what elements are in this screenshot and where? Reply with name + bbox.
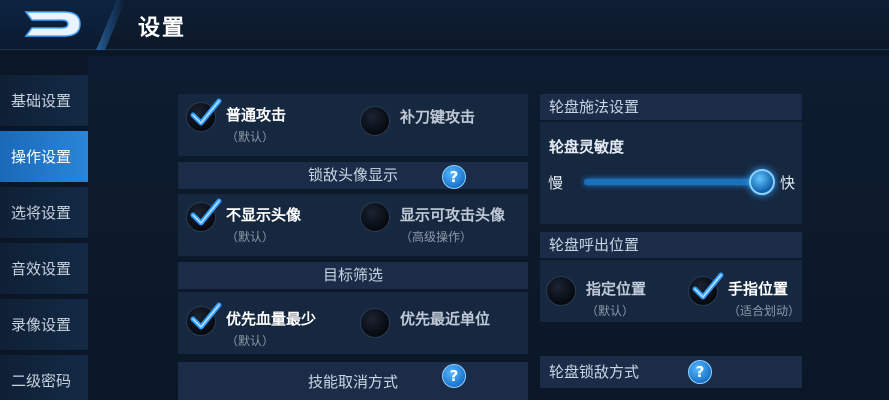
skill-cancel-help-icon[interactable]: ? <box>442 364 466 388</box>
option-hide-avatar[interactable]: 不显示头像 （默认） <box>186 198 302 245</box>
skill-cancel-header: 技能取消方式 <box>178 362 528 400</box>
checkmark-icon <box>190 98 222 126</box>
lowest-hp-label: 优先血量最少 <box>226 310 317 328</box>
nearest-unit-radio[interactable] <box>360 308 390 338</box>
finger-position-sub: （适合划动） <box>728 304 801 318</box>
sidebar: 基础设置 操作设置 选将设置 音效设置 录像设置 二级密码 <box>0 75 88 400</box>
option-last-hit-attack[interactable]: 补刀键攻击 <box>360 106 475 136</box>
wheel-position-title: 轮盘呼出位置 <box>549 236 640 254</box>
normal-attack-radio[interactable] <box>186 98 222 132</box>
page-title: 设置 <box>138 16 187 41</box>
last-hit-attack-label: 补刀键攻击 <box>400 108 476 126</box>
fixed-position-sub: （默认） <box>586 304 635 318</box>
target-filter-title: 目标筛选 <box>322 266 383 284</box>
lowest-hp-radio[interactable] <box>186 302 222 336</box>
sidebar-item-basic[interactable]: 基础设置 <box>0 75 88 127</box>
hide-avatar-label: 不显示头像 <box>226 206 302 224</box>
lock-avatar-header: 锁敌头像显示 <box>178 162 528 189</box>
sidebar-item-sound[interactable]: 音效设置 <box>0 243 88 295</box>
sensitivity-label: 轮盘灵敏度 <box>549 138 625 156</box>
target-filter-header: 目标筛选 <box>178 262 528 289</box>
option-lowest-hp[interactable]: 优先血量最少 （默认） <box>186 302 317 349</box>
normal-attack-sub: （默认） <box>226 130 275 144</box>
finger-position-label: 手指位置 <box>728 280 789 298</box>
option-show-attackable-avatar[interactable]: 显示可攻击头像 （高级操作） <box>360 202 505 245</box>
fixed-position-label: 指定位置 <box>586 280 647 298</box>
wheel-lock-header: 轮盘锁敌方式 <box>540 356 802 388</box>
lock-avatar-help-icon[interactable]: ? <box>442 165 466 189</box>
slow-label: 慢 <box>548 174 564 192</box>
option-nearest-unit[interactable]: 优先最近单位 <box>360 308 490 338</box>
sensitivity-slider-knob[interactable] <box>749 169 775 195</box>
wheel-cast-title: 轮盘施法设置 <box>549 98 640 116</box>
lowest-hp-sub: （默认） <box>226 334 275 348</box>
normal-attack-label: 普通攻击 <box>226 106 287 124</box>
nearest-unit-label: 优先最近单位 <box>400 310 491 328</box>
last-hit-attack-radio[interactable] <box>360 106 390 136</box>
hide-avatar-sub: （默认） <box>226 230 275 244</box>
wheel-cast-header: 轮盘施法设置 <box>540 94 802 120</box>
sidebar-item-controls[interactable]: 操作设置 <box>0 131 88 183</box>
lock-avatar-title: 锁敌头像显示 <box>307 166 398 184</box>
option-normal-attack[interactable]: 普通攻击 （默认） <box>186 98 287 145</box>
wheel-position-header: 轮盘呼出位置 <box>540 232 802 258</box>
fixed-position-radio[interactable] <box>546 276 576 306</box>
back-arrow-icon <box>24 11 81 37</box>
wheel-lock-help-icon[interactable]: ? <box>688 360 712 384</box>
option-finger-position[interactable]: 手指位置 （适合划动） <box>688 272 801 319</box>
sidebar-item-replay[interactable]: 录像设置 <box>0 299 88 351</box>
sidebar-item-hero-select[interactable]: 选将设置 <box>0 187 88 239</box>
finger-position-radio[interactable] <box>688 272 724 306</box>
checkmark-icon <box>692 272 724 300</box>
hide-avatar-radio[interactable] <box>186 198 222 232</box>
wheel-lock-title: 轮盘锁敌方式 <box>549 363 640 381</box>
show-avatar-radio[interactable] <box>360 202 390 232</box>
fast-label: 快 <box>780 174 796 192</box>
sensitivity-slider-track[interactable] <box>584 179 760 185</box>
checkmark-icon <box>190 302 222 330</box>
top-bar: 设置 <box>0 0 889 50</box>
settings-panel: 普通攻击 （默认） 补刀键攻击 锁敌头像显示 ? 不显示头像 （默认） 显示可攻… <box>88 56 889 400</box>
sidebar-item-password[interactable]: 二级密码 <box>0 355 88 400</box>
option-fixed-position[interactable]: 指定位置 （默认） <box>546 276 646 319</box>
show-avatar-label: 显示可攻击头像 <box>400 206 506 224</box>
skill-cancel-title: 技能取消方式 <box>307 373 398 391</box>
checkmark-icon <box>190 198 222 226</box>
show-avatar-sub: （高级操作） <box>400 230 473 244</box>
